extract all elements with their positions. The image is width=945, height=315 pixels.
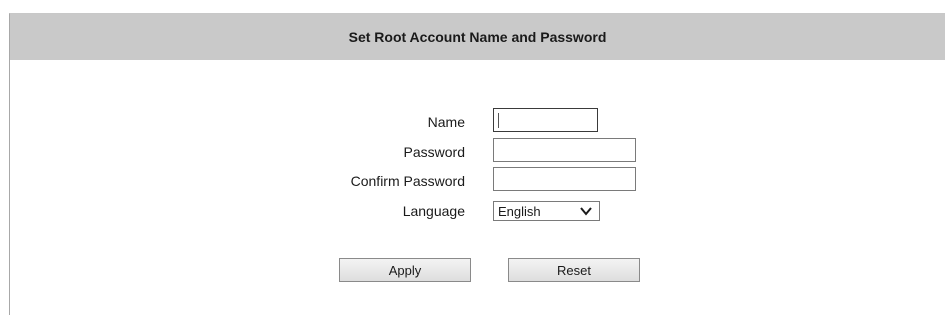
confirm-password-label: Confirm Password (350, 173, 465, 189)
name-label: Name (427, 114, 465, 130)
dialog-frame: Set Root Account Name and Password Name … (9, 13, 945, 315)
password-field[interactable] (493, 138, 636, 162)
apply-button[interactable]: Apply (339, 258, 471, 282)
text-caret (498, 113, 499, 128)
language-selected-value: English (498, 203, 541, 219)
chevron-down-icon (580, 207, 592, 216)
reset-button[interactable]: Reset (508, 258, 640, 282)
name-field[interactable] (493, 108, 598, 132)
page-title: Set Root Account Name and Password (10, 14, 945, 60)
confirm-password-field[interactable] (493, 167, 636, 191)
password-label: Password (403, 144, 465, 160)
language-select[interactable]: English (493, 201, 600, 221)
language-label: Language (402, 203, 465, 219)
